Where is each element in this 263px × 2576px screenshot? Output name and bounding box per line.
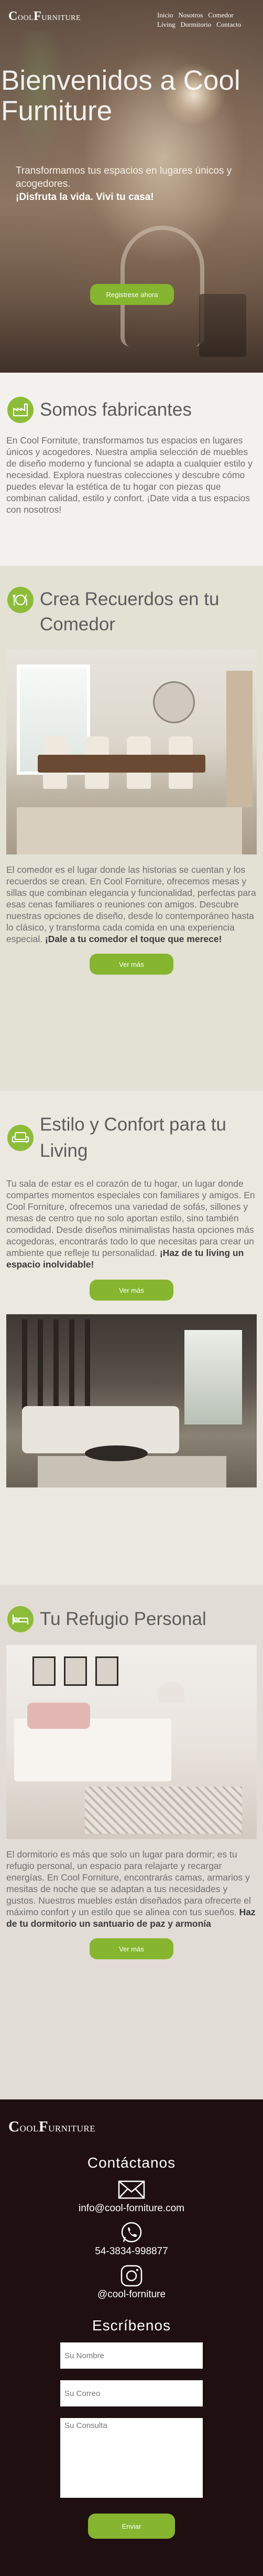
hero-text-body: Transformamos tus espacios en lugares ún… bbox=[16, 165, 232, 189]
whatsapp-icon bbox=[0, 2220, 263, 2246]
mail-icon bbox=[0, 2177, 263, 2203]
living-section: Estilo y Confort para tu Living Tu sala … bbox=[0, 1091, 263, 1585]
form-title: Escríbenos bbox=[92, 2317, 171, 2334]
living-photo bbox=[6, 1314, 257, 1487]
hero-text-bold: ¡Disfruta la vida. Vivi tu casa! bbox=[16, 192, 154, 203]
contact-email: info@cool-forniture.com bbox=[0, 2177, 263, 2214]
bedroom-text-body: El dormitorio es más que solo un lugar p… bbox=[6, 1849, 251, 1917]
sofa-icon bbox=[7, 1125, 34, 1151]
bedroom-section: Tu Refugio Personal El dormitorio es más… bbox=[0, 1585, 263, 2099]
hero-text: Transformamos tus espacios en lugares ún… bbox=[16, 164, 236, 204]
dining-text-body: El comedor es el lugar donde las histori… bbox=[6, 864, 256, 944]
bed-icon bbox=[7, 1606, 34, 1632]
dining-icon bbox=[7, 587, 34, 613]
phone-link[interactable]: 54-3834-998877 bbox=[95, 2246, 168, 2257]
email-input[interactable] bbox=[60, 2380, 203, 2406]
email-link[interactable]: info@cool-forniture.com bbox=[79, 2203, 184, 2214]
living-text-body: Tu sala de estar es el corazón de tu hog… bbox=[6, 1178, 255, 1258]
nav-item-dormitorio[interactable]: Dormitorio bbox=[181, 20, 212, 29]
bedroom-more-button[interactable]: Ver más bbox=[90, 1938, 173, 1959]
register-button[interactable]: Registrese ahora bbox=[90, 284, 174, 305]
nav-item-living[interactable]: Living bbox=[157, 20, 176, 29]
dining-title: Crea Recuerdos en tu Comedor bbox=[40, 589, 220, 635]
instagram-link[interactable]: @cool-forniture bbox=[97, 2289, 166, 2300]
nav-item-nosotros[interactable]: Nosotros bbox=[178, 10, 203, 20]
name-input[interactable] bbox=[60, 2342, 203, 2369]
instagram-icon bbox=[0, 2263, 263, 2289]
contact-title: Contáctanos bbox=[87, 2155, 176, 2171]
living-more-button[interactable]: Ver más bbox=[90, 1279, 173, 1301]
bedroom-title: Tu Refugio Personal bbox=[40, 1609, 206, 1629]
nav-item-comedor[interactable]: Comedor bbox=[208, 10, 233, 20]
about-header: Somos fabricantes bbox=[0, 397, 263, 423]
contact-form bbox=[60, 2342, 203, 2498]
nav-item-inicio[interactable]: Inicio bbox=[157, 10, 173, 20]
living-title: Estilo y Confort para tu Living bbox=[40, 1114, 226, 1161]
contact-phone: 54-3834-998877 bbox=[0, 2220, 263, 2257]
dining-text-bold: ¡Dale a tu comedor el toque que merece! bbox=[45, 933, 222, 944]
dining-header: Crea Recuerdos en tu Comedor bbox=[0, 587, 263, 637]
footer: CoolFurniture Contáctanos info@cool-forn… bbox=[0, 2099, 263, 2576]
bedroom-text: El dormitorio es más que solo un lugar p… bbox=[0, 1849, 263, 1929]
hero-title: Bienvenidos a Cool Furniture bbox=[1, 65, 240, 126]
bedroom-photo bbox=[6, 1645, 257, 1839]
about-title: Somos fabricantes bbox=[40, 399, 192, 420]
about-text: En Cool Fornitute, transformamos tus esp… bbox=[6, 435, 253, 515]
hero-section: CoolFurniture Inicio Nosotros Comedor Li… bbox=[0, 0, 263, 373]
dining-more-button[interactable]: Ver más bbox=[90, 954, 173, 975]
nav-menu: Inicio Nosotros Comedor Living Dormitori… bbox=[157, 10, 255, 29]
dining-section: Crea Recuerdos en tu Comedor El comedor … bbox=[0, 566, 263, 1091]
bedroom-header: Tu Refugio Personal bbox=[0, 1606, 263, 1632]
nav-item-contacto[interactable]: Contacto bbox=[216, 20, 241, 29]
dining-text: El comedor es el lugar donde las histori… bbox=[0, 864, 263, 945]
about-section: Somos fabricantes En Cool Fornitute, tra… bbox=[0, 373, 263, 566]
dining-photo bbox=[6, 650, 257, 854]
contact-instagram: @cool-forniture bbox=[0, 2263, 263, 2300]
message-textarea[interactable] bbox=[60, 2418, 203, 2498]
living-text: Tu sala de estar es el corazón de tu hog… bbox=[0, 1178, 263, 1270]
factory-icon bbox=[7, 397, 34, 423]
brand-logo[interactable]: CoolFurniture bbox=[8, 9, 81, 24]
hero-table-decoration bbox=[199, 294, 246, 357]
footer-logo[interactable]: CoolFurniture bbox=[8, 2118, 263, 2136]
send-button[interactable]: Enviar bbox=[88, 2514, 175, 2539]
living-header: Estilo y Confort para tu Living bbox=[0, 1112, 263, 1164]
top-nav: CoolFurniture Inicio Nosotros Comedor Li… bbox=[0, 0, 263, 36]
